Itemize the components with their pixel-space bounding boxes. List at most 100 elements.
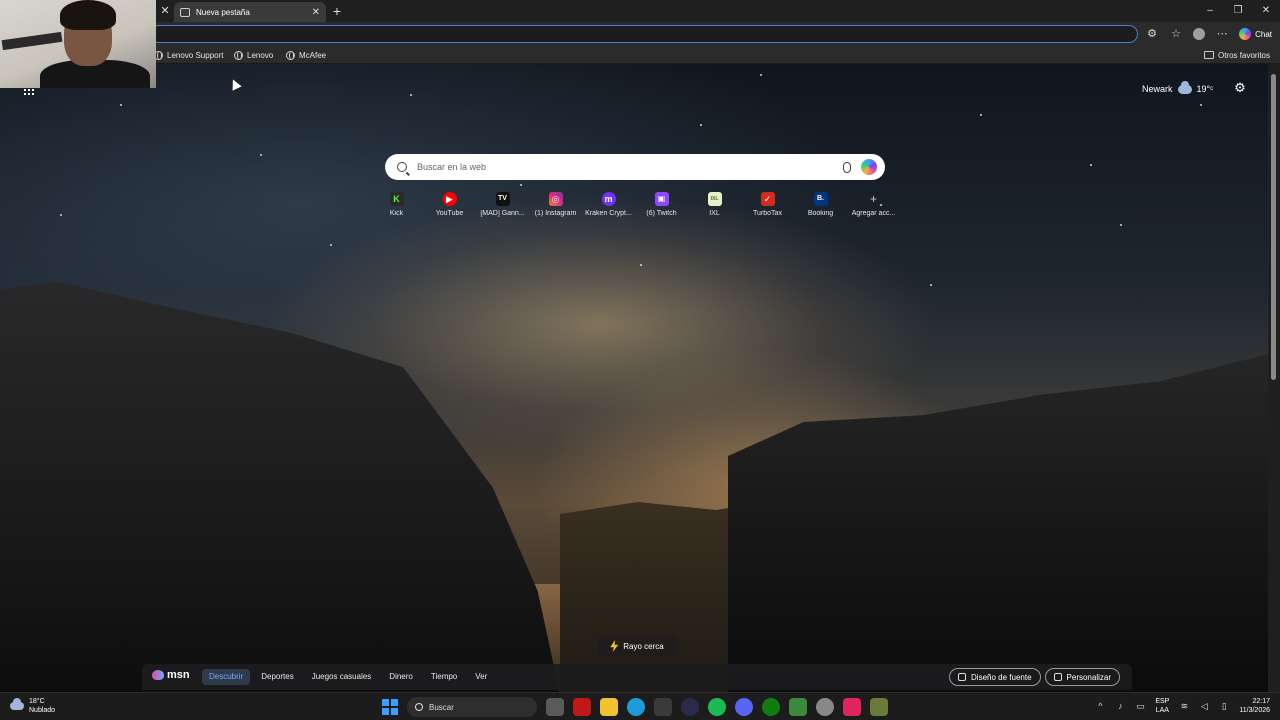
scrollbar-thumb[interactable]: [1271, 74, 1276, 380]
globe-icon: [286, 50, 295, 60]
taskbar-search[interactable]: Buscar: [407, 697, 537, 717]
add-shortcut-button[interactable]: + Agregar acc...: [847, 192, 900, 217]
minecraft-icon[interactable]: [789, 698, 807, 716]
quick-link-label: Agregar acc...: [851, 210, 896, 217]
tab-close-icon[interactable]: ✕: [312, 7, 320, 18]
layout-button[interactable]: Diseño de fuente: [949, 668, 1041, 686]
booking-icon: B.: [813, 192, 828, 206]
msn-actions: Diseño de fuente Personalizar: [949, 668, 1120, 686]
msn-tab-ver[interactable]: Ver: [468, 669, 494, 685]
chat-label: Chat: [1255, 29, 1272, 39]
edge-icon[interactable]: [627, 698, 645, 716]
power-icon[interactable]: ▯: [1219, 701, 1229, 711]
msn-logo-text: msn: [167, 669, 190, 681]
volume-icon[interactable]: ◁: [1199, 701, 1209, 711]
quick-link-turbotax[interactable]: ✓ TurboTax: [741, 192, 794, 217]
language-bottom: LAA: [1155, 707, 1169, 714]
other-favorites-folder[interactable]: Otros favoritos: [1203, 48, 1270, 62]
quick-link-youtube[interactable]: ▶ YouTube: [423, 192, 476, 217]
wifi-icon[interactable]: ≋: [1179, 701, 1189, 711]
copilot-chat-button[interactable]: Chat: [1239, 28, 1272, 40]
ixl-icon: IXL: [707, 192, 722, 206]
kraken-icon: m: [601, 192, 616, 206]
chrome-icon[interactable]: [816, 698, 834, 716]
msn-nav: Descubrir Deportes Juegos casuales Diner…: [202, 669, 494, 685]
msn-feed-bar: msn Descubrir Deportes Juegos casuales D…: [142, 664, 1132, 690]
microphone-tray-icon[interactable]: ♪: [1115, 701, 1125, 711]
discord-icon[interactable]: [735, 698, 753, 716]
lightning-nearby-alert[interactable]: Rayo cerca: [598, 636, 676, 656]
search-input[interactable]: [417, 162, 833, 172]
chevron-up-icon[interactable]: ^: [1095, 701, 1105, 711]
msn-butterfly-icon: [152, 670, 164, 680]
windows-taskbar: 18°C Nublado Buscar ^ ♪ ▭ ESP LAA ≋ ◁ ▯ …: [0, 692, 1280, 720]
favorite-lenovo-support[interactable]: Lenovo Support: [154, 48, 224, 62]
minecraft-launcher-icon[interactable]: [870, 698, 888, 716]
kick-icon: K: [389, 192, 404, 206]
previous-tab-close-icon[interactable]: ✕: [158, 3, 172, 19]
file-explorer-icon[interactable]: [600, 698, 618, 716]
quick-link-label: YouTube: [435, 210, 464, 217]
quick-link-twitch[interactable]: ▣ (6) Twitch: [635, 192, 688, 217]
quick-link-label: TurboTax: [753, 210, 782, 217]
youtube-icon: ▶: [442, 192, 457, 206]
more-menu-icon[interactable]: ⋯: [1215, 27, 1229, 41]
quick-link-booking[interactable]: B. Booking: [794, 192, 847, 217]
cloud-icon: [1177, 80, 1192, 94]
extensions-icon[interactable]: ⚙: [1145, 27, 1159, 41]
maximize-button[interactable]: ❐: [1224, 0, 1252, 22]
store-icon[interactable]: [654, 698, 672, 716]
language-indicator[interactable]: ESP LAA: [1155, 697, 1169, 715]
taskbar-weather-desc: Nublado: [29, 707, 56, 714]
weather-widget[interactable]: Newark 19°ᶜ: [1142, 80, 1213, 97]
taskbar-temp: 18°C: [29, 698, 45, 705]
favorite-mcafee[interactable]: McAfee: [286, 48, 326, 62]
favorite-lenovo[interactable]: Lenovo: [234, 48, 273, 62]
system-tray: ^ ♪ ▭ ESP LAA ≋ ◁ ▯ 22:17 11/3/2026: [1095, 697, 1270, 715]
lightning-bolt-icon: [610, 640, 619, 652]
new-tab-button[interactable]: +: [330, 3, 344, 19]
tab-nueva-pestana[interactable]: Nueva pestaña ✕: [174, 2, 326, 22]
plus-icon: +: [869, 192, 877, 206]
copilot-search-icon[interactable]: [861, 159, 877, 175]
start-button[interactable]: [382, 699, 398, 715]
quick-link-kick[interactable]: K Kick: [370, 192, 423, 217]
spotify-icon[interactable]: [708, 698, 726, 716]
globe-icon: [234, 50, 243, 60]
tiktok-icon[interactable]: [843, 698, 861, 716]
msn-tab-juegos-casuales[interactable]: Juegos casuales: [305, 669, 379, 685]
quick-link-instagram[interactable]: ◎ (1) Instagram: [529, 192, 582, 217]
msn-tab-descubrir[interactable]: Descubrir: [202, 669, 251, 685]
battery-icon[interactable]: ▭: [1135, 701, 1145, 711]
quick-link-mad-gann[interactable]: TV [MAD] Gann...: [476, 192, 529, 217]
taskbar-weather[interactable]: 18°C Nublado: [10, 697, 55, 715]
search-icon: [397, 162, 407, 172]
msn-tab-deportes[interactable]: Deportes: [254, 669, 300, 685]
msn-logo[interactable]: msn: [152, 669, 190, 681]
settings-gear-icon[interactable]: ⚙: [1233, 81, 1247, 95]
msn-tab-tiempo[interactable]: Tiempo: [424, 669, 464, 685]
favorites-star-icon[interactable]: ☆: [1169, 27, 1183, 41]
turbotax-icon: ✓: [760, 192, 775, 206]
msn-tab-dinero[interactable]: Dinero: [382, 669, 420, 685]
instagram-icon: ◎: [548, 192, 563, 206]
quick-link-kraken[interactable]: m Kraken Crypt...: [582, 192, 635, 217]
clock[interactable]: 22:17 11/3/2026: [1239, 697, 1270, 715]
personalize-button[interactable]: Personalizar: [1044, 668, 1120, 686]
cloud-icon: [10, 698, 24, 710]
task-view-icon[interactable]: [546, 698, 564, 716]
clock-date: 11/3/2026: [1239, 707, 1270, 714]
language-top: ESP: [1155, 698, 1170, 705]
xbox-icon[interactable]: [762, 698, 780, 716]
minimize-button[interactable]: –: [1196, 0, 1224, 22]
web-search-box[interactable]: [385, 154, 885, 180]
address-bar[interactable]: [150, 25, 1138, 43]
quick-link-ixl[interactable]: IXL IXL: [688, 192, 741, 217]
mcafee-icon[interactable]: [573, 698, 591, 716]
profile-avatar[interactable]: [1193, 28, 1206, 40]
microphone-icon[interactable]: [843, 161, 851, 173]
obs-icon[interactable]: [681, 698, 699, 716]
page-scrollbar[interactable]: [1268, 64, 1280, 692]
close-window-button[interactable]: ✕: [1252, 0, 1280, 22]
other-favorites-label: Otros favoritos: [1217, 50, 1270, 60]
